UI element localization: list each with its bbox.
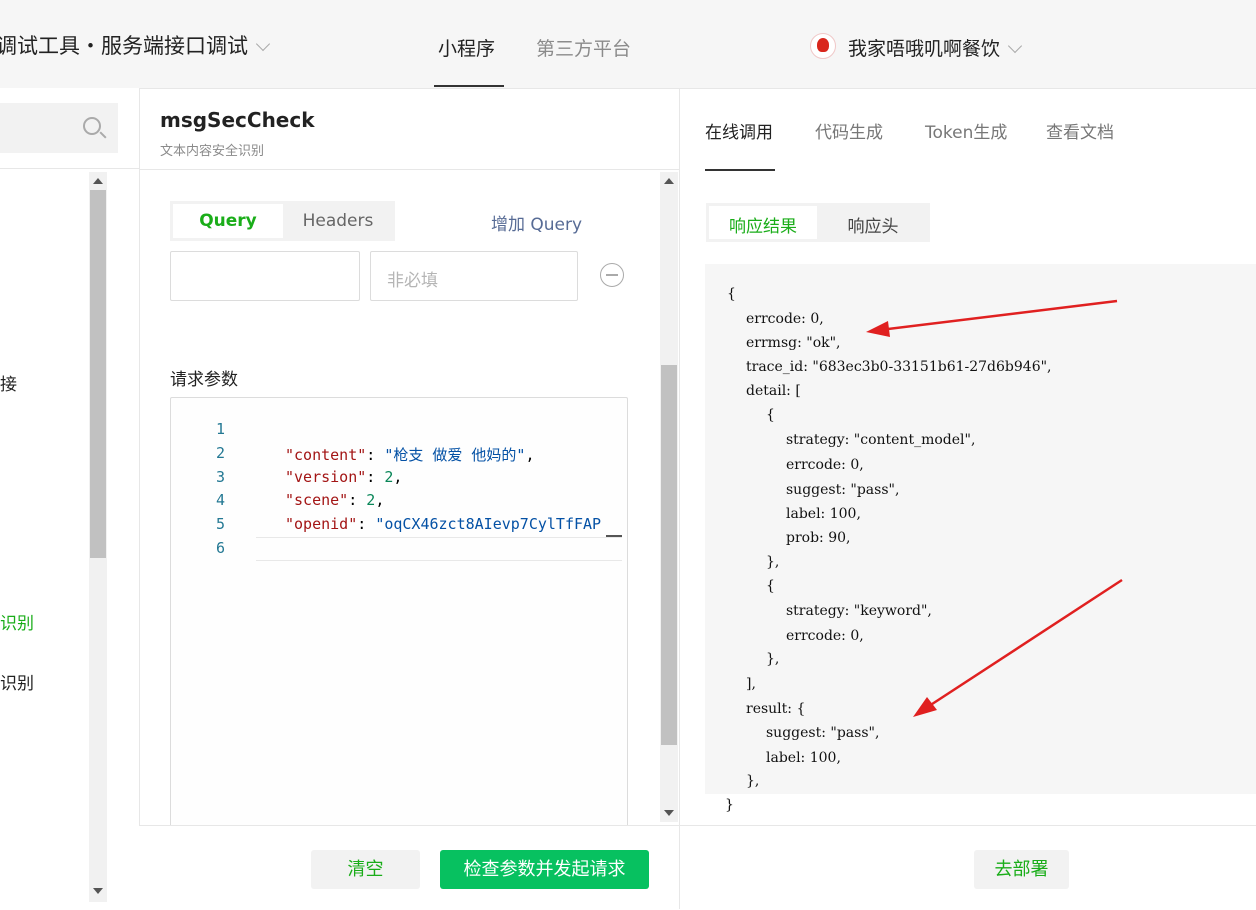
annotation-arrows — [866, 299, 1123, 717]
annotation-arrowhead — [913, 697, 937, 717]
annotation-arrow-line — [925, 578, 1123, 710]
annotation-arrowhead — [866, 321, 890, 337]
annotation-arrow-line — [879, 299, 1118, 332]
